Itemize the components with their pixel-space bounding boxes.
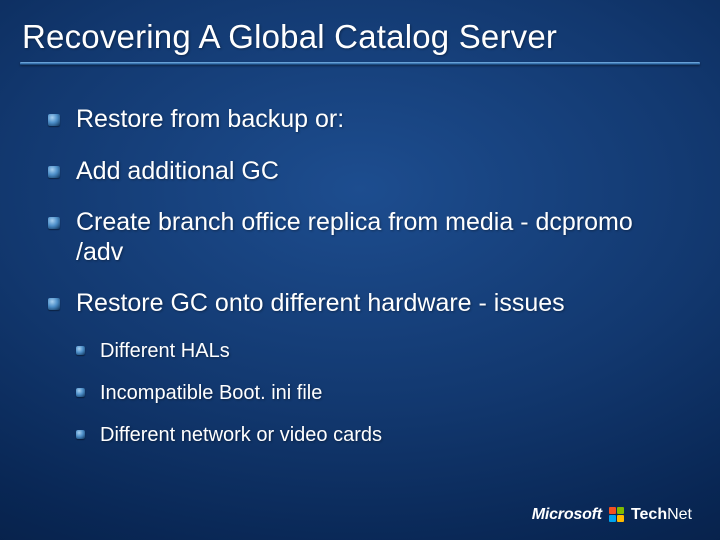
microsoft-wordmark: Microsoft — [532, 506, 602, 524]
bullet-text: Add additional GC — [76, 157, 279, 185]
technet-bold: Tech — [631, 506, 667, 523]
list-item: Incompatible Boot. ini file — [76, 381, 680, 405]
footer-logo: Microsoft TechNet — [532, 506, 692, 524]
bullet-list: Restore from backup or: Add additional G… — [48, 105, 680, 447]
list-item: Restore GC onto different hardware - iss… — [48, 289, 680, 447]
technet-wordmark: TechNet — [631, 506, 692, 524]
sub-bullet-list: Different HALs Incompatible Boot. ini fi… — [76, 339, 680, 447]
list-item: Restore from backup or: — [48, 105, 680, 135]
list-item: Different network or video cards — [76, 423, 680, 447]
bullet-text: Restore GC onto different hardware - iss… — [76, 289, 565, 317]
list-item: Create branch office replica from media … — [48, 208, 680, 267]
bullet-text: Different network or video cards — [100, 424, 382, 446]
bullet-text: Incompatible Boot. ini file — [100, 382, 322, 404]
slide-content: Restore from backup or: Add additional G… — [0, 105, 720, 447]
slide: Recovering A Global Catalog Server Resto… — [0, 0, 720, 540]
list-item: Different HALs — [76, 339, 680, 363]
slide-title: Recovering A Global Catalog Server — [0, 18, 720, 62]
list-item: Add additional GC — [48, 157, 680, 187]
bullet-text: Restore from backup or: — [76, 105, 344, 133]
bullet-text: Different HALs — [100, 340, 230, 362]
microsoft-flag-icon — [609, 507, 625, 523]
title-rule — [20, 62, 700, 65]
technet-rest: Net — [667, 506, 692, 523]
bullet-text: Create branch office replica from media … — [76, 208, 633, 266]
